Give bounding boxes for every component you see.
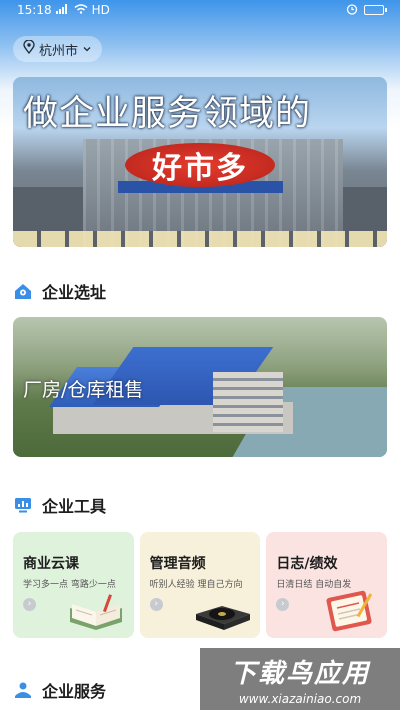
- section-tools: 企业工具: [13, 493, 106, 517]
- watermark-title: 下载鸟应用: [229, 658, 370, 689]
- chevron-down-icon: [82, 42, 92, 57]
- tool-cards: 商业云课 学习多一点 弯路少一点 › 管理音频 听别人经验 理自己方向 › 日志…: [13, 532, 388, 638]
- wifi-icon: [74, 3, 88, 17]
- tool-card-business-course[interactable]: 商业云课 学习多一点 弯路少一点 ›: [13, 532, 134, 638]
- factory-warehouse-caption: 厂房/仓库租售: [23, 379, 144, 401]
- location-pin-icon: [23, 39, 35, 58]
- chevron-right-icon[interactable]: ›: [149, 598, 163, 611]
- status-bar: 15:18 HD: [0, 0, 400, 20]
- banner-storefront-windows: [13, 231, 387, 247]
- tool-card-title: 商业云课: [23, 556, 79, 572]
- section-services-title: 企业服务: [42, 682, 107, 701]
- location-selector[interactable]: 杭州市: [13, 36, 103, 62]
- section-services: 企业服务: [13, 678, 106, 702]
- status-left: 15:18 HD: [17, 3, 110, 17]
- card-image-office-building: [213, 372, 283, 432]
- banner-store-sign: 好市多: [125, 143, 275, 187]
- clipboard-icon: [326, 590, 373, 632]
- tool-card-title: 日志/绩效: [276, 556, 338, 572]
- home-location-icon: [13, 281, 33, 301]
- hero-banner[interactable]: 好市多 做企业服务领域的: [13, 77, 387, 247]
- location-city: 杭州市: [39, 43, 79, 59]
- monitor-chart-icon: [13, 495, 33, 515]
- banner-sign-text: 好市多: [152, 151, 248, 186]
- tool-card-log-performance[interactable]: 日志/绩效 日清日结 自动自发 ›: [266, 532, 388, 638]
- user-service-icon: [13, 680, 33, 700]
- status-time: 15:18: [17, 3, 52, 17]
- banner-headline: 做企业服务领域的: [23, 94, 312, 134]
- factory-warehouse-card[interactable]: 厂房/仓库租售: [13, 317, 387, 457]
- open-book-icon: [69, 594, 122, 630]
- status-right: [346, 3, 387, 18]
- section-site-selection: 企业选址: [13, 279, 106, 303]
- alarm-icon: [346, 3, 358, 18]
- battery-icon: [364, 5, 387, 15]
- record-player-icon: [196, 606, 251, 630]
- network-type: HD: [91, 3, 110, 17]
- watermark: 下载鸟应用 www.xiazainiao.com: [200, 648, 400, 710]
- tool-card-management-audio[interactable]: 管理音频 听别人经验 理自己方向 ›: [139, 532, 261, 638]
- signal-icon: [55, 3, 70, 17]
- section-tools-title: 企业工具: [42, 497, 107, 516]
- chevron-right-icon[interactable]: ›: [276, 598, 290, 611]
- chevron-right-icon[interactable]: ›: [23, 598, 36, 611]
- watermark-url: www.xiazainiao.com: [238, 691, 362, 706]
- tool-card-title: 管理音频: [149, 556, 206, 572]
- section-site-selection-title: 企业选址: [42, 283, 107, 302]
